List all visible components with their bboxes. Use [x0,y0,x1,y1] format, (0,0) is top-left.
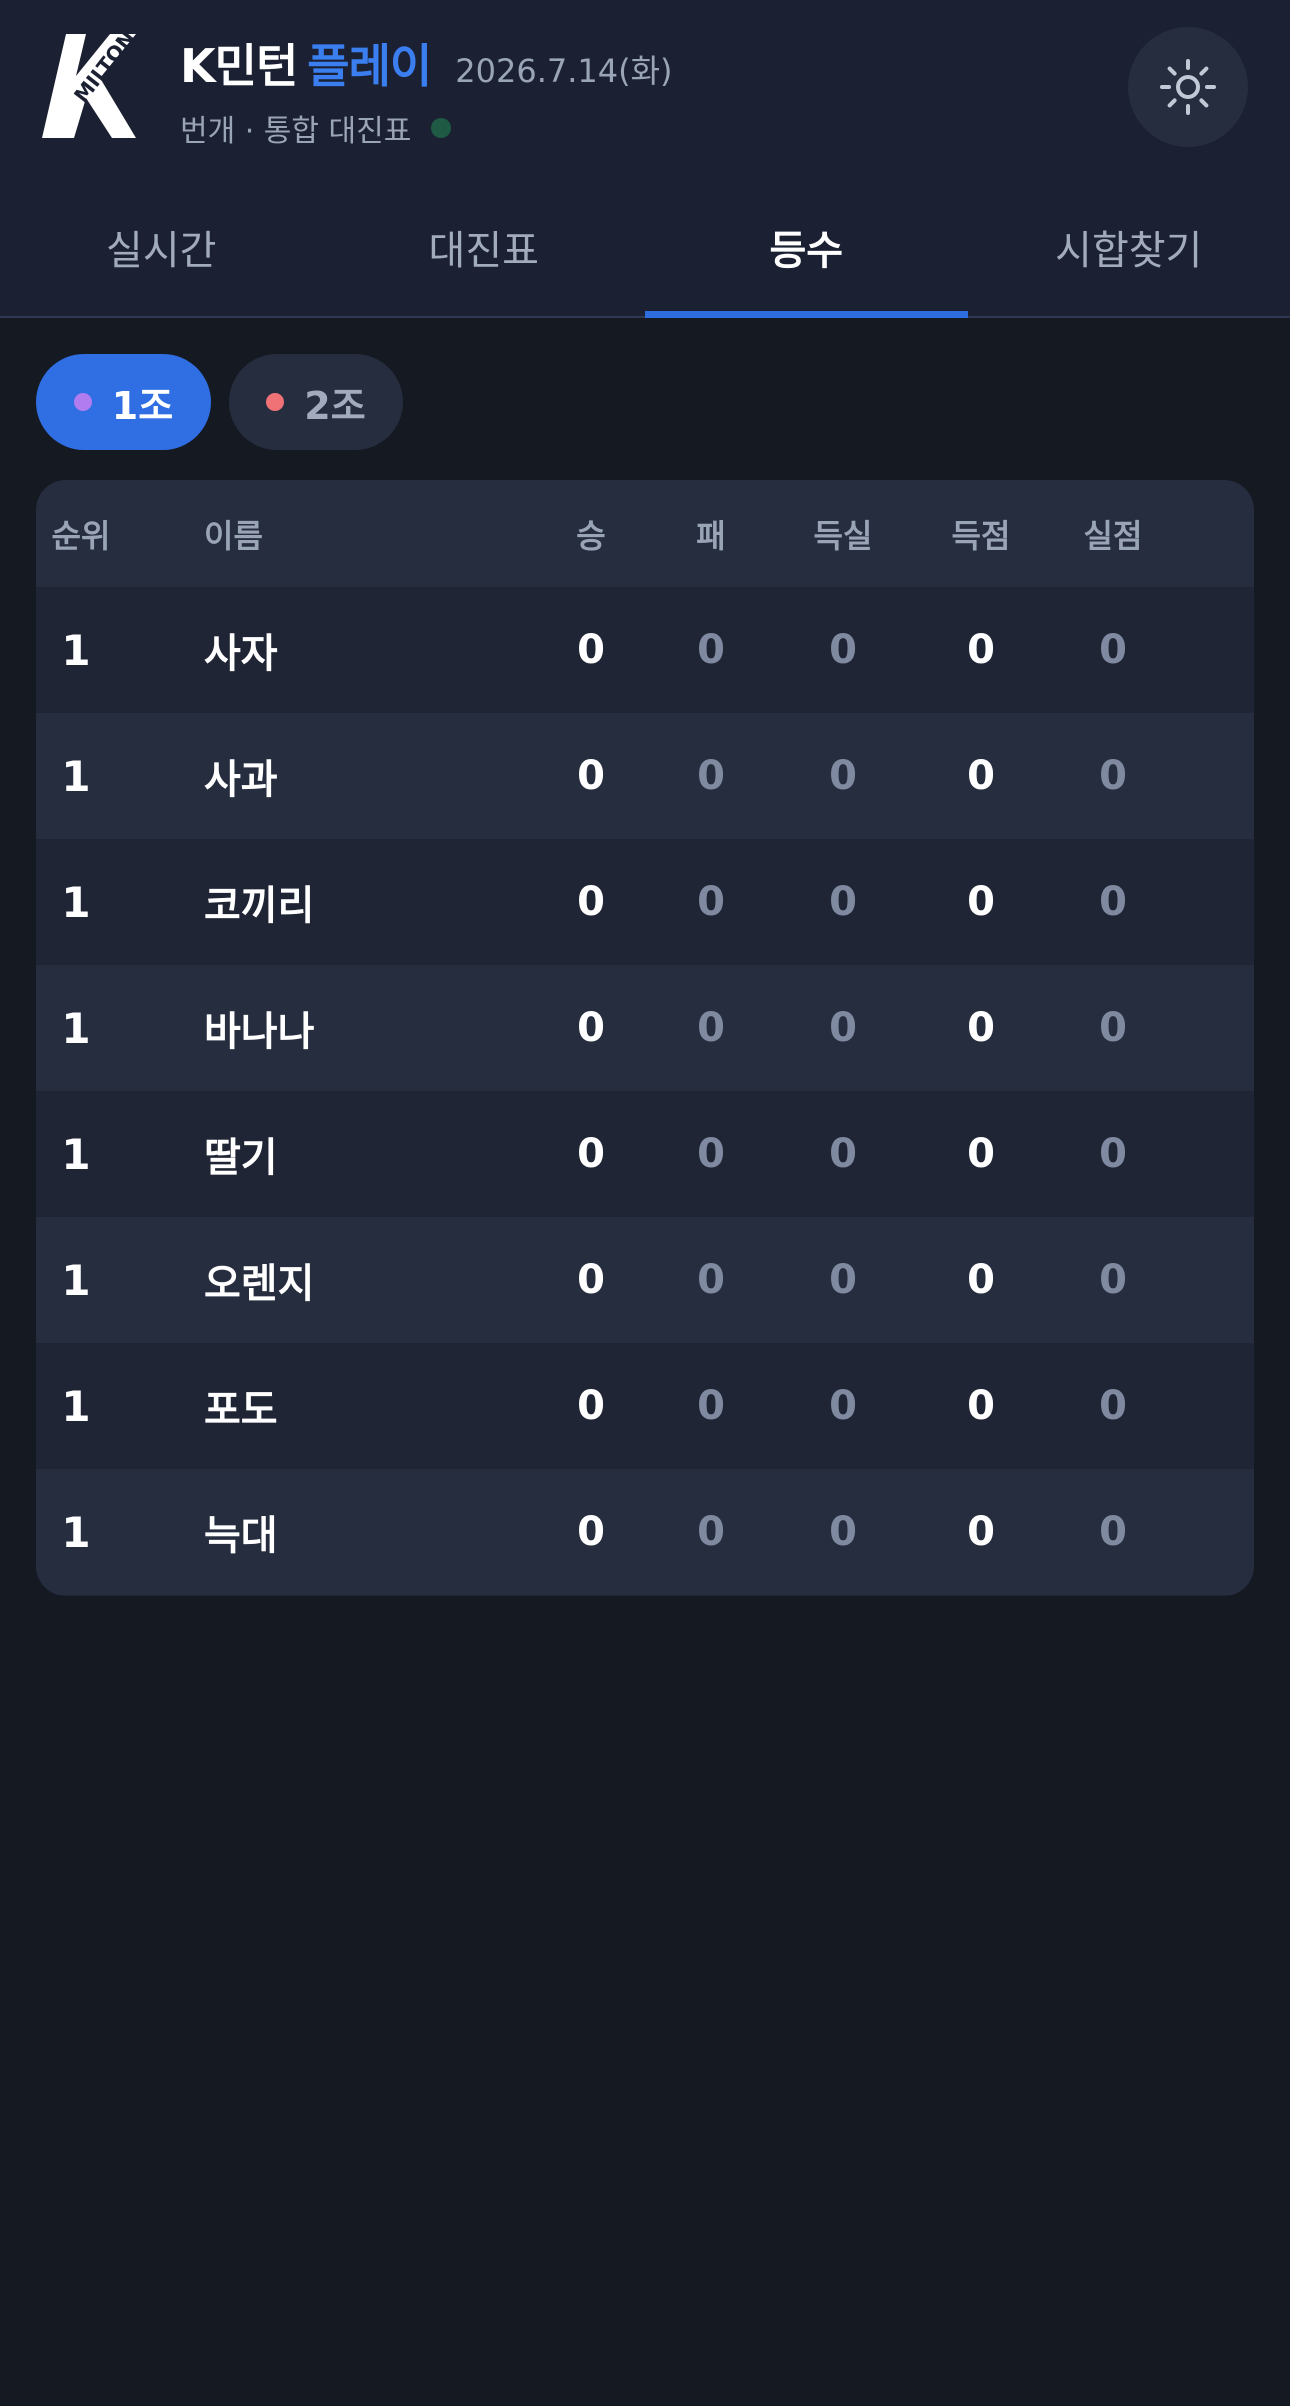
standings-table: 순위 이름 승 패 득실 득점 실점 1 사자 0 0 0 0 0 1 사과 0… [36,480,1254,1596]
tab-ranking[interactable]: 등수 [645,190,968,318]
points-against-cell: 0 [1099,1383,1127,1429]
title-row: K민턴 플레이 2026.7.14(화) [180,30,673,96]
subtitle-row: 번개 · 통합 대진표 [180,106,673,150]
table-row[interactable]: 1 코끼리 0 0 0 0 0 [36,839,1254,965]
rank-cell: 1 [61,1129,91,1179]
points-against-cell: 0 [1099,1005,1127,1051]
theme-toggle-button[interactable] [1128,27,1248,147]
tab-bracket[interactable]: 대진표 [323,190,646,316]
app-header: MILTON K민턴 플레이 2026.7.14(화) 번개 · 통합 대진표 [0,0,1290,318]
header-date: 2026.7.14(화) [455,52,673,90]
points-against-cell: 0 [1099,627,1127,673]
group-2-chip[interactable]: 2조 [229,354,403,450]
sun-icon [1160,59,1216,115]
rank-cell: 1 [61,1507,91,1557]
rank-cell: 1 [61,877,91,927]
group-2-label: 2조 [304,383,366,428]
table-header: 순위 이름 승 패 득실 득점 실점 [36,480,1254,587]
points-against-cell: 0 [1099,1509,1127,1555]
page-subtitle: 번개 · 통합 대진표 [180,114,412,149]
points-against-cell: 0 [1099,1131,1127,1177]
group-2-color-dot [266,393,285,411]
group-1-color-dot [73,393,92,411]
k-milton-logo: MILTON [42,34,140,138]
app-name-accent: 플레이 [307,39,432,93]
tab-find-match[interactable]: 시합찾기 [968,190,1290,316]
table-row[interactable]: 1 사과 0 0 0 0 0 [36,713,1254,839]
group-1-chip[interactable]: 1조 [36,354,211,450]
rank-cell: 1 [61,1003,91,1053]
rank-cell: 1 [61,1381,91,1431]
table-row[interactable]: 1 포도 0 0 0 0 0 [36,1343,1254,1469]
table-row[interactable]: 1 오렌지 0 0 0 0 0 [36,1217,1254,1343]
connection-status-dot [431,118,452,138]
table-row[interactable]: 1 사자 0 0 0 0 0 [36,587,1254,713]
column-header-rank: 순위 [51,516,111,555]
app-name: K민턴 [180,39,298,93]
rank-cell: 1 [61,625,91,675]
title-block: K민턴 플레이 2026.7.14(화) 번개 · 통합 대진표 [180,30,673,150]
group-1-label: 1조 [111,383,174,428]
rank-cell: 1 [61,1255,91,1305]
points-against-cell: 0 [1099,753,1127,799]
points-against-cell: 0 [1099,879,1127,925]
tab-live[interactable]: 실시간 [0,190,323,316]
rank-cell: 1 [61,751,91,801]
table-row[interactable]: 1 늑대 0 0 0 0 0 [36,1469,1254,1595]
table-row[interactable]: 1 딸기 0 0 0 0 0 [36,1091,1254,1217]
points-against-cell: 0 [1099,1257,1127,1303]
group-selector: 1조 2조 [36,354,421,450]
column-header-points-against: 실점 [1083,516,1143,555]
table-row[interactable]: 1 바나나 0 0 0 0 0 [36,965,1254,1091]
main-tabs: 실시간 대진표 등수 시합찾기 [0,190,1290,318]
